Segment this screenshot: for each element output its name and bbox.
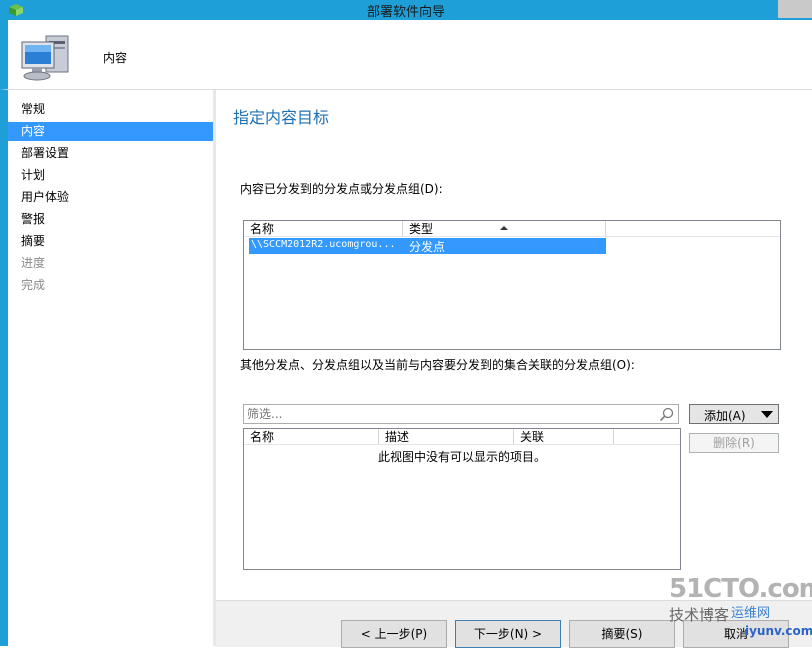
sort-ascending-icon bbox=[500, 226, 508, 230]
other-list[interactable]: 名称 描述 关联 此视图中没有可以显示的项目。 bbox=[243, 428, 681, 570]
distributed-label: 内容已分发到的分发点或分发点组(D): bbox=[240, 182, 443, 196]
close-window-button[interactable] bbox=[778, 0, 812, 18]
main-panel: 指定内容目标 内容已分发到的分发点或分发点组(D): 名称 类型 \\SCCM2… bbox=[216, 90, 812, 600]
row-name: \\SCCM2012R2.ucomgrou... bbox=[251, 239, 396, 250]
nav-item[interactable]: 摘要 bbox=[8, 232, 213, 251]
nav-item: 进度 bbox=[21, 256, 46, 270]
other-label: 其他分发点、分发点组以及当前与内容要分发到的集合关联的分发点组(O): bbox=[240, 358, 635, 372]
watermark-site: 51CTO.com bbox=[669, 574, 812, 604]
page-title: 指定内容目标 bbox=[233, 108, 330, 127]
wizard-header: 内容 bbox=[0, 20, 812, 90]
distributed-list[interactable]: 名称 类型 \\SCCM2012R2.ucomgrou... 分发点 bbox=[243, 220, 781, 350]
nav-item[interactable]: 常规 bbox=[8, 100, 213, 119]
accent-border bbox=[0, 90, 8, 646]
watermark-tagline2: 运维网 bbox=[731, 606, 771, 621]
header-page-name: 内容 bbox=[103, 51, 128, 65]
nav-item[interactable]: 部署设置 bbox=[8, 144, 213, 163]
nav-item[interactable]: 用户体验 bbox=[8, 188, 213, 207]
delete-button[interactable]: 删除(R) bbox=[689, 433, 779, 453]
dropdown-arrow-icon bbox=[761, 411, 773, 418]
column-header-name[interactable]: 名称 bbox=[244, 221, 403, 237]
column-header-association[interactable]: 关联 bbox=[514, 429, 614, 445]
add-button[interactable]: 添加(A) bbox=[689, 404, 779, 424]
nav-item[interactable]: 计划 bbox=[8, 166, 213, 185]
empty-list-message: 此视图中没有可以显示的项目。 bbox=[377, 450, 546, 464]
table-row[interactable]: \\SCCM2012R2.ucomgrou... 分发点 bbox=[249, 238, 606, 254]
row-type: 分发点 bbox=[409, 240, 446, 254]
column-header-filler bbox=[606, 221, 780, 237]
computer-icon bbox=[21, 35, 69, 81]
wizard-nav: 常规内容部署设置计划用户体验警报摘要进度完成 bbox=[8, 90, 213, 646]
watermark-tagline: 技术博客 bbox=[669, 606, 730, 624]
previous-button[interactable]: < 上一步(P) bbox=[341, 620, 447, 648]
column-header-type[interactable]: 类型 bbox=[403, 221, 606, 237]
next-button[interactable]: 下一步(N) > bbox=[455, 620, 561, 648]
column-header-filler bbox=[614, 429, 680, 445]
nav-item: 完成 bbox=[21, 278, 46, 292]
column-header-type-label: 类型 bbox=[409, 222, 434, 236]
title-bar: 部署软件向导 bbox=[0, 0, 812, 20]
nav-item[interactable]: 内容 bbox=[8, 122, 213, 141]
watermark: 51CTO.com 技术博客 运维网 iyunv.com bbox=[655, 572, 812, 646]
nav-item[interactable]: 警报 bbox=[8, 210, 213, 229]
filter-box[interactable] bbox=[243, 404, 679, 424]
watermark-url: iyunv.com bbox=[745, 624, 812, 638]
window-title: 部署软件向导 bbox=[366, 5, 445, 20]
column-header-description[interactable]: 描述 bbox=[379, 429, 514, 445]
column-header-name[interactable]: 名称 bbox=[244, 429, 379, 445]
add-button-label: 添加(A) bbox=[704, 409, 746, 423]
filter-input[interactable] bbox=[247, 406, 647, 422]
search-icon[interactable] bbox=[659, 407, 674, 422]
